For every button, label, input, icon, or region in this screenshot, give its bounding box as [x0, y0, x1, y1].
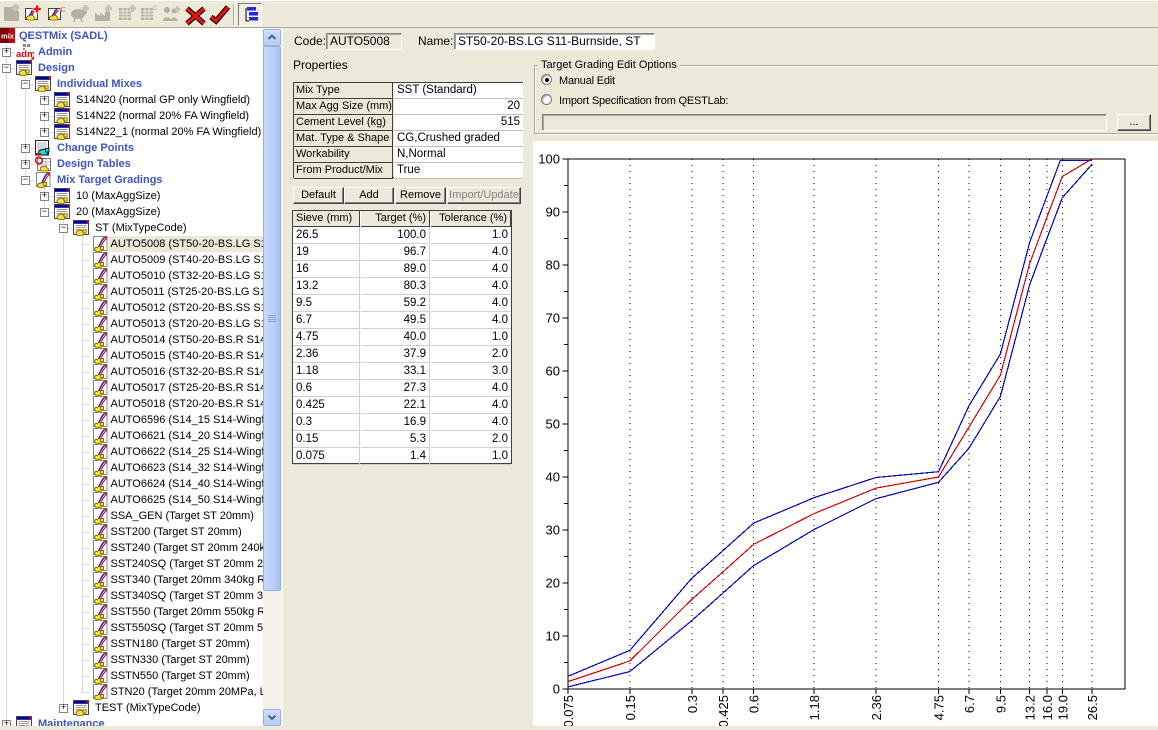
svg-text:6.7: 6.7 — [962, 695, 977, 713]
svg-text:4.75: 4.75 — [932, 695, 947, 720]
svg-text:0.425: 0.425 — [716, 695, 731, 726]
svg-text:2.36: 2.36 — [869, 695, 884, 720]
svg-text:19.0: 19.0 — [1055, 695, 1070, 720]
svg-text:0.6: 0.6 — [747, 695, 762, 713]
svg-text:c: c — [153, 4, 157, 12]
svg-text:80: 80 — [546, 258, 560, 273]
svg-text:70: 70 — [546, 311, 560, 326]
svg-text:13.2: 13.2 — [1023, 695, 1038, 720]
svg-text:50: 50 — [546, 417, 560, 432]
svg-text:mix: mix — [1, 32, 15, 41]
svg-text:100: 100 — [538, 152, 560, 167]
svg-text:adm: adm — [16, 49, 34, 60]
svg-text:40: 40 — [546, 470, 560, 485]
svg-text:26.5: 26.5 — [1085, 695, 1100, 720]
svg-text:0.075: 0.075 — [561, 695, 576, 726]
svg-text:10: 10 — [546, 629, 560, 644]
svg-text:60: 60 — [546, 364, 560, 379]
svg-text:20: 20 — [546, 576, 560, 591]
svg-text:9.5: 9.5 — [993, 695, 1008, 713]
svg-text:30: 30 — [546, 523, 560, 538]
svg-text:0.3: 0.3 — [685, 695, 700, 713]
svg-text:0: 0 — [553, 682, 560, 697]
svg-text:1.18: 1.18 — [807, 695, 822, 720]
svg-text:c: c — [60, 4, 66, 15]
svg-text:0.15: 0.15 — [623, 695, 638, 720]
svg-text:16.0: 16.0 — [1040, 695, 1055, 720]
svg-text:90: 90 — [546, 205, 560, 220]
